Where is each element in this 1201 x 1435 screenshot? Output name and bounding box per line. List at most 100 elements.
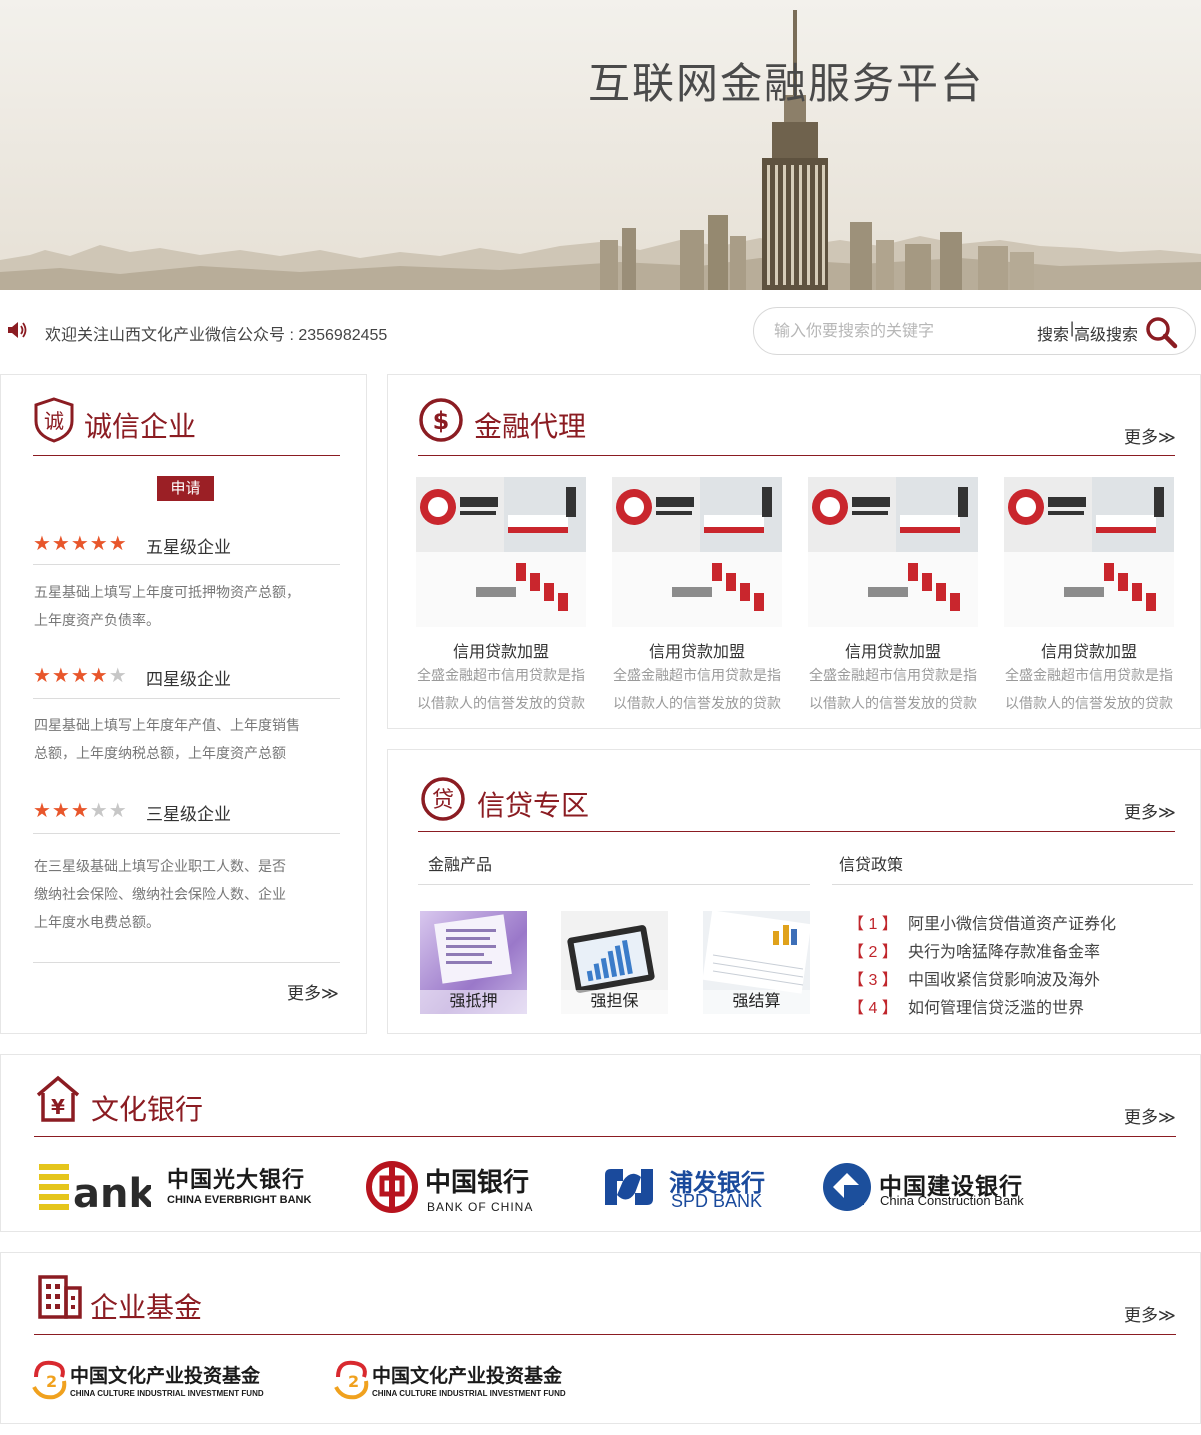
svg-text:2: 2 [46,1372,57,1391]
product-tile-settlement[interactable]: 强结算 [703,911,810,1014]
level-desc-5: 五星基础上填写上年度可抵押物资产总额，上年度资产负债率。 [34,584,300,628]
policy-text: 央行为啥猛降存款准备金率 [908,944,1101,961]
divider [33,698,340,699]
credit-zone-more-link[interactable]: 更多≫ [1124,798,1176,823]
integrity-title: 诚信企业 [84,411,197,442]
search-box: 搜索 | 高级搜索 [753,307,1196,355]
product-label: 强抵押 [420,990,527,1014]
card-image[interactable] [808,477,978,627]
policy-item[interactable]: 【 3 】中国收紧信贷影响波及海外 [848,966,1100,990]
construction-bank-mark-icon [823,1163,871,1211]
rating-stars-3: ★★★★★ [33,800,128,822]
card-image[interactable] [1004,477,1174,627]
card-desc-line: 全盛金融超市信用贷款是指 [1005,667,1173,683]
card-desc-line: 全盛金融超市信用贷款是指 [613,667,781,683]
card-image[interactable] [416,477,586,627]
banner-title: 互联网金融服务平台 [588,59,985,108]
rating-stars-5: ★★★★★ [33,533,128,555]
bank-house-icon: ¥ [36,1075,80,1122]
svg-text:2: 2 [348,1372,359,1391]
hero-banner: 互联网金融服务平台 [0,0,1201,290]
office-photo-image [416,477,586,627]
fund-logo[interactable]: 2 中国文化产业投资基金 CHINA CULTURE INDUSTRIAL IN… [30,1357,290,1407]
product-label: 强结算 [703,990,810,1014]
advanced-search-link[interactable]: 高级搜索 [1074,321,1138,345]
spd-bank-logo[interactable]: 浦发银行 SPD BANK [601,1161,781,1211]
search-icon[interactable] [1144,315,1178,349]
card-title[interactable]: 信用贷款加盟 [808,638,978,662]
fund-logo[interactable]: 2 中国文化产业投资基金 CHINA CULTURE INDUSTRIAL IN… [332,1357,592,1407]
product-tile-guarantee[interactable]: 强担保 [561,911,668,1014]
enterprise-fund-more-link[interactable]: 更多≫ [1124,1301,1176,1326]
construction-bank-en: China Construction Bank [880,1193,1024,1208]
integrity-more-link[interactable]: 更多≫ [287,979,339,1004]
credit-zone-title: 信贷专区 [477,790,590,821]
search-input[interactable] [774,320,1024,344]
policy-text: 阿里小微信贷借道资产证券化 [908,916,1117,933]
product-label: 强担保 [561,990,668,1014]
bank-of-china-en: BANK OF CHINA [427,1200,534,1214]
policy-num: 【 3 】 [848,972,898,989]
construction-bank-logo[interactable]: 中国建设银行 China Construction Bank [821,1161,1061,1213]
card-desc-line: 全盛金融超市信用贷款是指 [417,667,585,683]
card-desc: 全盛金融超市信用贷款是指 以借款人的信誉发放的贷款 [612,661,782,717]
integrity-panel: 诚 诚信企业 申请 ★★★★★ 五星级企业 五星基础上填写上年度可抵押物资产总额… [0,374,367,1034]
office-photo-image [612,477,782,627]
products-heading: 金融产品 [428,857,493,874]
fund-en: CHINA CULTURE INDUSTRIAL INVESTMENT FUND [372,1389,566,1398]
culture-bank-title: 文化银行 [91,1094,204,1125]
card-desc: 全盛金融超市信用贷款是指 以借款人的信誉发放的贷款 [1004,661,1174,717]
policy-item[interactable]: 【 2 】央行为啥猛降存款准备金率 [848,938,1100,962]
bank-of-china-logo[interactable]: 中国银行 BANK OF CHINA [365,1158,545,1218]
card-desc-line: 全盛金融超市信用贷款是指 [809,667,977,683]
policy-num: 【 2 】 [848,944,898,961]
card-title[interactable]: 信用贷款加盟 [416,638,586,662]
card-title[interactable]: 信用贷款加盟 [612,638,782,662]
dollar-icon: $ [419,398,463,442]
everbright-bank-logo[interactable]: ank 中国光大银行 CHINA EVERBRIGHT BANK [39,1158,329,1214]
product-tile-mortgage[interactable]: 强抵押 [420,911,527,1014]
fund-cn: 中国文化产业投资基金 [372,1365,563,1387]
divider [33,962,340,963]
fund-cn: 中国文化产业投资基金 [70,1365,261,1387]
office-photo-image [808,477,978,627]
search-button[interactable]: 搜索 [1037,321,1069,345]
culture-bank-panel: ¥ 文化银行 更多≫ ank 中国光大银行 CHINA EVERBRIGHT B… [0,1054,1201,1232]
office-photo-image [1004,477,1174,627]
policy-item[interactable]: 【 1 】阿里小微信贷借道资产证券化 [848,910,1116,934]
fund-en: CHINA CULTURE INDUSTRIAL INVESTMENT FUND [70,1389,264,1398]
finance-proxy-more-link[interactable]: 更多≫ [1124,423,1176,448]
policy-num: 【 4 】 [848,1000,898,1017]
level-desc-3: 在三星级基础上填写企业职工人数、是否缴纳社会保险、缴纳社会保险人数、企业上年度水… [34,858,286,930]
card-image[interactable] [612,477,782,627]
fund-mark-icon: 2 [334,1360,369,1400]
loan-icon-text: 贷 [432,788,454,813]
level-desc-4: 四星基础上填写上年度年产值、上年度销售总额，上年度纳税总额，上年度资产总额 [34,717,300,761]
card-desc-line: 以借款人的信誉发放的贷款 [809,695,977,711]
policy-text: 如何管理信贷泛滥的世界 [908,1000,1085,1017]
bank-of-china-cn: 中国银行 [425,1168,530,1198]
policy-item[interactable]: 【 4 】如何管理信贷泛滥的世界 [848,994,1084,1018]
bank-of-china-mark-icon [366,1161,418,1213]
culture-bank-title-rule [34,1136,1176,1137]
svg-text:$: $ [433,407,450,435]
card-title[interactable]: 信用贷款加盟 [1004,638,1174,662]
card-desc: 全盛金融超市信用贷款是指 以借款人的信誉发放的贷款 [416,661,586,717]
rating-stars-4: ★★★★★ [33,665,128,687]
everbright-mark-icon: ank [39,1164,151,1212]
divider [832,884,1193,885]
notice-text: 欢迎关注山西文化产业微信公众号 : 2356982455 [45,327,388,344]
finance-proxy-title-rule [418,455,1175,456]
divider [418,884,810,885]
level-label-4: 四星级企业 [146,670,231,689]
enterprise-fund-title: 企业基金 [90,1292,203,1323]
finance-proxy-title: 金融代理 [474,411,587,442]
policy-text: 中国收紧信贷影响波及海外 [908,972,1101,989]
svg-text:ank: ank [73,1171,151,1212]
apply-button[interactable]: 申请 [157,476,214,501]
culture-bank-more-link[interactable]: 更多≫ [1124,1103,1176,1128]
card-desc-line: 以借款人的信誉发放的贷款 [613,695,781,711]
integrity-title-rule [33,455,340,456]
spd-bank-en: SPD BANK [671,1191,763,1211]
credit-zone-panel: 贷 信贷专区 更多≫ 金融产品 信贷政策 强抵押 强担保 强结算 【 1 】阿里… [387,749,1201,1034]
